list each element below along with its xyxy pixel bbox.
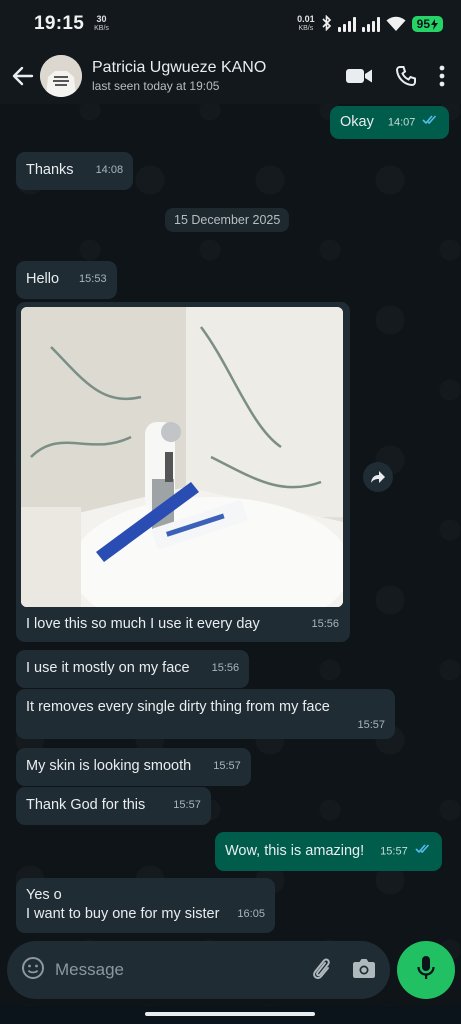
emoji-icon[interactable] bbox=[21, 956, 45, 985]
message-time: 16:05 bbox=[237, 908, 265, 920]
image-caption: I love this so much I use it every day bbox=[26, 616, 260, 632]
back-arrow-icon[interactable] bbox=[10, 63, 36, 89]
image-message[interactable]: I love this so much I use it every day 1… bbox=[16, 302, 350, 642]
message-outgoing[interactable]: Okay 14:07 bbox=[330, 106, 450, 140]
last-seen-status: last seen today at 19:05 bbox=[92, 79, 220, 93]
message-time: 15:53 bbox=[79, 273, 107, 285]
status-bar: 19:15 30 KB/s 0.01 KB/s 95 bbox=[0, 0, 461, 48]
message-text: Okay bbox=[340, 114, 374, 131]
message-composer bbox=[7, 941, 390, 999]
message-incoming[interactable]: It removes every single dirty thing from… bbox=[16, 689, 395, 739]
network-speed: 0.01 KB/s bbox=[297, 14, 315, 33]
message-text: Wow, this is amazing! bbox=[225, 843, 365, 860]
message-time: 15:57 bbox=[173, 799, 201, 811]
battery-indicator: 95 bbox=[411, 16, 443, 32]
message-time: 15:57 bbox=[380, 845, 408, 858]
camera-icon[interactable] bbox=[352, 957, 376, 984]
microphone-icon bbox=[416, 955, 436, 986]
network-rate-indicator: 30 KB/s bbox=[94, 14, 109, 33]
message-incoming[interactable]: I use it mostly on my face 15:56 bbox=[16, 650, 250, 688]
read-receipt-icon bbox=[415, 841, 432, 860]
message-text: Hello bbox=[26, 271, 60, 287]
chat-header: Patricia Ugwueze KANO last seen today at… bbox=[0, 48, 461, 104]
message-text: Thank God for this bbox=[26, 797, 146, 813]
contact-avatar[interactable] bbox=[40, 55, 82, 97]
wifi-icon bbox=[386, 16, 406, 32]
message-input[interactable] bbox=[55, 960, 310, 980]
message-incoming[interactable]: Thanks 14:08 bbox=[16, 152, 134, 190]
voice-call-icon[interactable] bbox=[395, 65, 417, 87]
message-incoming[interactable]: Hello 15:53 bbox=[16, 261, 117, 299]
message-outgoing[interactable]: Wow, this is amazing! 15:57 bbox=[215, 832, 442, 872]
message-time: 15:56 bbox=[211, 662, 240, 674]
message-incoming[interactable]: Yes o I want to buy one for my sister 16… bbox=[16, 878, 275, 933]
contact-name: Patricia Ugwueze KANO bbox=[92, 59, 267, 76]
message-incoming[interactable]: Thank God for this 15:57 bbox=[16, 787, 211, 825]
message-time: 15:56 bbox=[311, 618, 339, 630]
contact-info[interactable]: Patricia Ugwueze KANO last seen today at… bbox=[92, 59, 266, 93]
bluetooth-icon bbox=[321, 14, 332, 34]
message-text-line: I want to buy one for my sister bbox=[26, 906, 220, 922]
message-list[interactable]: Okay 14:07 Thanks 14:08 15 December 2025… bbox=[0, 104, 461, 934]
message-text: Thanks bbox=[26, 162, 74, 178]
read-receipt-icon bbox=[422, 112, 439, 131]
message-text-line: Yes o bbox=[26, 887, 62, 903]
message-photo[interactable] bbox=[21, 307, 343, 607]
forward-icon[interactable] bbox=[363, 462, 393, 492]
date-separator: 15 December 2025 bbox=[165, 208, 290, 232]
home-gesture-handle[interactable] bbox=[145, 1012, 315, 1016]
message-time: 14:08 bbox=[95, 164, 124, 176]
signal-icon-2 bbox=[361, 16, 380, 32]
voice-message-button[interactable] bbox=[397, 941, 455, 999]
message-text: I use it mostly on my face bbox=[26, 660, 190, 676]
message-incoming[interactable]: My skin is looking smooth 15:57 bbox=[16, 748, 251, 786]
signal-icon bbox=[337, 16, 356, 32]
message-text: It removes every single dirty thing from… bbox=[26, 699, 330, 715]
message-text: My skin is looking smooth bbox=[26, 758, 192, 774]
more-options-icon[interactable] bbox=[439, 65, 445, 87]
message-time: 14:07 bbox=[387, 116, 416, 129]
attach-icon[interactable] bbox=[310, 955, 332, 986]
message-time: 15:57 bbox=[357, 719, 385, 731]
video-call-icon[interactable] bbox=[345, 67, 373, 85]
status-time: 19:15 bbox=[34, 13, 85, 34]
message-time: 15:57 bbox=[213, 760, 241, 772]
